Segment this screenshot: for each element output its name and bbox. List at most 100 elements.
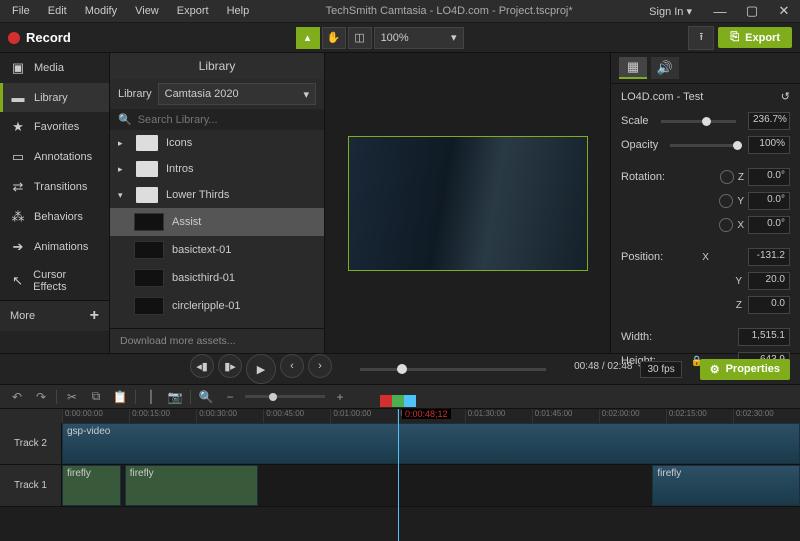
animations-icon: ➔ (10, 239, 26, 255)
library-search-input[interactable] (138, 114, 316, 126)
pan-tool[interactable]: ✋ (322, 27, 346, 49)
zoom-search-button[interactable]: 🔍 (197, 388, 215, 406)
sidebar-item-favorites[interactable]: ★Favorites (0, 112, 109, 142)
menu-export[interactable]: Export (169, 2, 217, 20)
library-asset-basictext[interactable]: basictext-01 (110, 236, 324, 264)
position-x-value[interactable]: -131.2 (748, 248, 790, 266)
pointer-icon: ▴ (305, 31, 311, 44)
play-button[interactable]: ▶ (246, 354, 276, 384)
asset-label: circleripple-01 (172, 300, 240, 312)
record-button[interactable]: Record (8, 30, 71, 45)
sidebar-item-animations[interactable]: ➔Animations (0, 232, 109, 262)
position-z-value[interactable]: 0.0 (748, 296, 790, 314)
axis-y-label: Y (735, 276, 742, 287)
timeline-clip[interactable]: firefly (62, 465, 121, 506)
export-button[interactable]: ⎘ Export (718, 27, 792, 48)
position-y-value[interactable]: 20.0 (748, 272, 790, 290)
library-folder-intros[interactable]: ▸Intros (110, 156, 324, 182)
close-button[interactable]: ✕ (772, 3, 796, 19)
menu-edit[interactable]: Edit (40, 2, 75, 20)
timeline-clip[interactable]: firefly (652, 465, 800, 506)
scrub-handle[interactable] (397, 364, 407, 374)
folder-label: Icons (166, 137, 192, 149)
track-label[interactable]: Track 2 (0, 423, 62, 464)
sidebar-item-cursor-effects[interactable]: ↖Cursor Effects (0, 262, 109, 300)
timeline-clip[interactable]: firefly (125, 465, 258, 506)
timeline-clip[interactable]: gsp-video (62, 423, 800, 464)
sidebar-item-transitions[interactable]: ⇄Transitions (0, 172, 109, 202)
snapshot-button[interactable]: 📷 (166, 388, 184, 406)
axis-x-label: X (702, 252, 709, 263)
zoom-out-button[interactable]: − (221, 388, 239, 406)
select-tool[interactable]: ▴ (296, 27, 320, 49)
menu-view[interactable]: View (127, 2, 167, 20)
sidebar-item-label: Media (34, 62, 64, 74)
rotation-x-value[interactable]: 0.0° (748, 216, 790, 234)
properties-tab-video[interactable]: ▦ (619, 57, 647, 79)
position-y-row: Y 20.0 (611, 269, 800, 293)
sidebar-item-annotations[interactable]: ▭Annotations (0, 142, 109, 172)
axis-x-label: X (737, 220, 744, 231)
scale-value[interactable]: 236.7% (748, 112, 790, 130)
library-asset-assist[interactable]: Assist (110, 208, 324, 236)
track-label[interactable]: Track 1 (0, 465, 62, 506)
track-content[interactable]: fireflyfireflyfirefly (62, 465, 800, 506)
download-assets-link[interactable]: Download more assets... (110, 328, 324, 353)
width-value[interactable]: 1,515.1 (738, 328, 790, 346)
prev-frame-button[interactable]: ◂▮ (190, 354, 214, 378)
copy-button[interactable]: ⧉ (87, 388, 105, 406)
opacity-row: Opacity 100% (611, 133, 800, 157)
sign-in-button[interactable]: Sign In ▾ (641, 3, 700, 20)
width-label: Width: (621, 331, 652, 343)
rotation-z-dial[interactable] (720, 170, 734, 184)
sidebar-more-button[interactable]: More (10, 310, 35, 322)
rotation-y-dial[interactable] (719, 194, 733, 208)
fps-display[interactable]: 30 fps (640, 361, 681, 378)
cut-button[interactable]: ✂ (63, 388, 81, 406)
opacity-slider[interactable] (670, 144, 736, 147)
library-asset-circleripple[interactable]: circleripple-01 (110, 292, 324, 320)
split-button[interactable]: ⎮ (142, 388, 160, 406)
canvas-area[interactable] (325, 53, 610, 353)
playhead[interactable] (398, 409, 399, 541)
toolbar: Record ▴ ✋ ◫ 100% ▾ ⭱ ⎘ Export (0, 23, 800, 53)
timeline-ruler[interactable]: 0:00:00:000:00:15:000:00:30:000:00:45:00… (0, 409, 800, 423)
zoom-slider[interactable] (245, 395, 325, 398)
undo-button[interactable]: ↶ (8, 388, 26, 406)
library-dropdown[interactable]: Camtasia 2020 ▾ (158, 83, 316, 105)
properties-tab-audio[interactable]: 🔊 (651, 57, 679, 79)
menu-modify[interactable]: Modify (77, 2, 125, 20)
prev-clip-button[interactable]: ‹ (280, 354, 304, 378)
rotation-x-dial[interactable] (719, 218, 733, 232)
paste-button[interactable]: 📋 (111, 388, 129, 406)
sidebar-item-library[interactable]: ▬Library (0, 83, 109, 112)
properties-panel: ▦ 🔊 LO4D.com - Test ↺ Scale 236.7% Opaci… (610, 53, 800, 353)
menu-file[interactable]: File (4, 2, 38, 20)
menu-help[interactable]: Help (219, 2, 258, 20)
next-clip-button[interactable]: › (308, 354, 332, 378)
minimize-button[interactable]: — (708, 4, 732, 19)
sidebar-more-row: More + (0, 300, 109, 331)
step-back-button[interactable]: ▮▸ (218, 354, 242, 378)
maximize-button[interactable]: ▢ (740, 3, 764, 19)
scrub-bar[interactable] (360, 368, 546, 371)
library-asset-basicthird[interactable]: basicthird-01 (110, 264, 324, 292)
sidebar-item-behaviors[interactable]: ⁂Behaviors (0, 202, 109, 232)
properties-button[interactable]: ⚙ Properties (700, 359, 790, 380)
redo-button[interactable]: ↷ (32, 388, 50, 406)
sidebar-add-button[interactable]: + (90, 307, 99, 325)
library-folder-icons[interactable]: ▸Icons (110, 130, 324, 156)
library-folder-lower-thirds[interactable]: ▾Lower Thirds (110, 182, 324, 208)
reset-icon[interactable]: ↺ (781, 90, 790, 103)
scale-slider[interactable] (661, 120, 736, 123)
zoom-in-button[interactable]: + (331, 388, 349, 406)
zoom-dropdown[interactable]: 100% ▾ (374, 27, 464, 49)
share-button[interactable]: ⭱ (688, 26, 714, 50)
opacity-value[interactable]: 100% (748, 136, 790, 154)
crop-tool[interactable]: ◫ (348, 27, 372, 49)
video-preview[interactable] (348, 136, 588, 271)
rotation-y-value[interactable]: 0.0° (748, 192, 790, 210)
sidebar-item-media[interactable]: ▣Media (0, 53, 109, 83)
track-content[interactable]: gsp-video (62, 423, 800, 464)
rotation-z-value[interactable]: 0.0° (748, 168, 790, 186)
